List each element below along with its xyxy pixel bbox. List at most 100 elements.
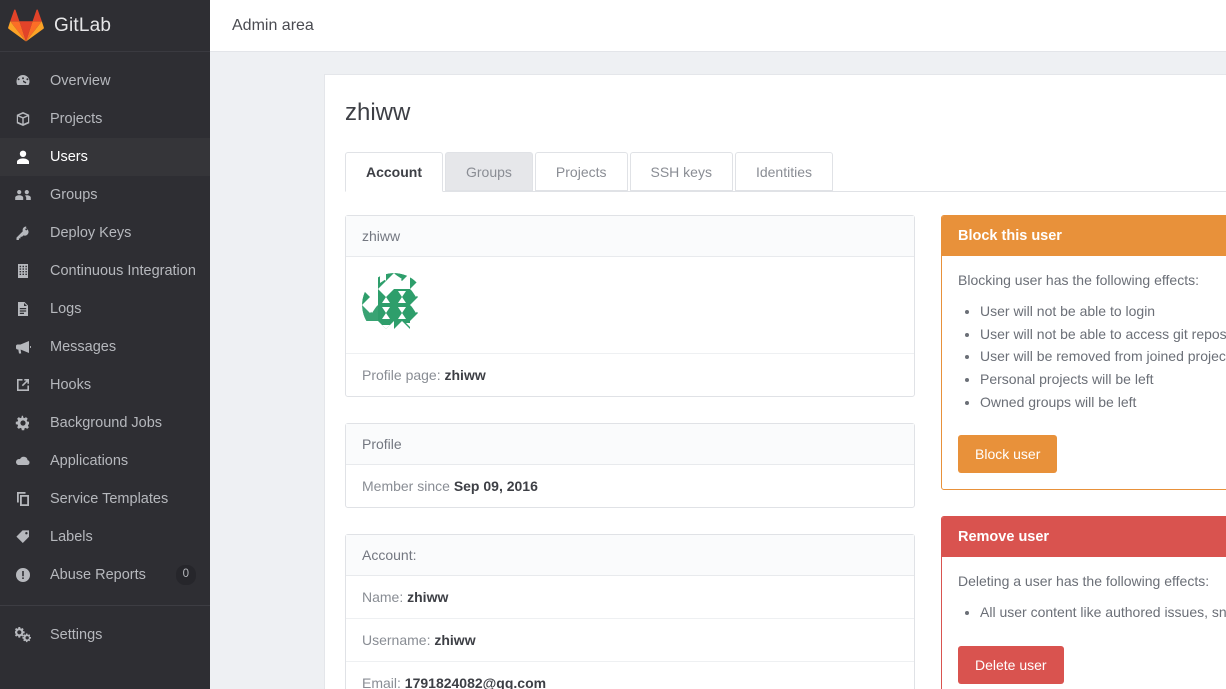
list-item: User will not be able to login (980, 300, 1226, 323)
sidebar-item-applications[interactable]: Applications (0, 442, 210, 480)
account-email-value[interactable]: 1791824082@qq.com (405, 675, 546, 689)
account-username-row: Username: zhiww (346, 619, 914, 662)
block-user-panel-body: Blocking user has the following effects:… (942, 256, 1226, 489)
tab-label: Account (366, 164, 422, 180)
account-column: zhiww Profile page: zhiww Profile Member… (345, 215, 915, 689)
sidebar-item-messages[interactable]: Messages (0, 328, 210, 366)
delete-user-button[interactable]: Delete user (958, 646, 1064, 685)
remove-user-panel-body: Deleting a user has the following effect… (942, 557, 1226, 689)
sidebar-item-label: Deploy Keys (50, 225, 132, 241)
list-item: User will be removed from joined project… (980, 345, 1226, 368)
sidebar-item-deploy-keys[interactable]: Deploy Keys (0, 214, 210, 252)
remove-user-intro: Deleting a user has the following effect… (958, 573, 1210, 590)
profile-panel-header: Profile (346, 424, 914, 465)
cloud-icon (14, 452, 32, 470)
list-item: Personal projects will be left (980, 368, 1226, 391)
sidebar-item-label: Hooks (50, 377, 92, 393)
account-name-value: zhiww (407, 589, 449, 605)
tab-projects[interactable]: Projects (534, 152, 628, 191)
key-icon (14, 224, 32, 242)
tab-groups[interactable]: Groups (445, 152, 533, 191)
block-user-intro: Blocking user has the following effects: (958, 272, 1199, 288)
sidebar-item-groups[interactable]: Groups (0, 176, 210, 214)
page-body: zhiww Account Groups Projects SSH keys I… (210, 52, 1226, 689)
gears-icon (14, 626, 32, 644)
block-user-effects-list: User will not be able to login User will… (980, 300, 1226, 413)
gitlab-admin-app: GitLab Overview Projects Users Groups De… (0, 0, 1226, 689)
sidebar-item-label: Projects (50, 111, 103, 127)
tab-identities[interactable]: Identities (734, 152, 834, 191)
sidebar-item-overview[interactable]: Overview (0, 62, 210, 100)
abuse-reports-badge: 0 (175, 565, 196, 585)
ci-icon (14, 262, 32, 280)
tag-icon (14, 528, 32, 546)
cube-icon (14, 110, 32, 128)
sidebar-divider (0, 605, 210, 606)
profile-page-label: Profile page: (362, 367, 441, 383)
sidebar-item-label: Settings (50, 627, 103, 643)
copy-icon (14, 490, 32, 508)
account-username-value: zhiww (434, 632, 476, 648)
sidebar-item-label: Labels (50, 529, 93, 545)
sidebar-item-logs[interactable]: Logs (0, 290, 210, 328)
sidebar-item-label: Applications (50, 453, 129, 469)
sidebar-item-abuse-reports[interactable]: Abuse Reports 0 (0, 556, 210, 594)
sidebar-item-label: Messages (50, 339, 117, 355)
actions-column: Block this user Blocking user has the fo… (941, 215, 1226, 689)
account-name-label: Name: (362, 589, 404, 605)
file-text-icon (14, 300, 32, 318)
gitlab-tanuki-logo-icon (8, 8, 44, 44)
sidebar-item-continuous-integration[interactable]: Continuous Integration (0, 252, 210, 290)
user-icon (14, 148, 32, 166)
sidebar-item-labels[interactable]: Labels (0, 518, 210, 556)
sidebar-item-label: Abuse Reports (50, 567, 146, 583)
tab-label: SSH keys (650, 163, 712, 180)
sidebar-item-settings[interactable]: Settings (0, 616, 210, 654)
sidebar-item-label: Service Templates (50, 491, 169, 507)
user-avatar-row (346, 257, 914, 354)
member-since-row: Member since Sep 09, 2016 (346, 465, 914, 507)
profile-panel: Profile Member since Sep 09, 2016 (345, 423, 915, 508)
list-item: All user content like authored issues, s… (980, 601, 1226, 624)
user-tabs: Account Groups Projects SSH keys Identit (345, 152, 1226, 192)
remove-user-panel: Remove user Deleting a user has the foll… (941, 516, 1226, 689)
account-email-label: Email: (362, 675, 401, 689)
member-since-label: Member since (362, 478, 450, 494)
tab-ssh-keys[interactable]: SSH keys (629, 152, 733, 191)
sidebar-brand[interactable]: GitLab (0, 0, 210, 52)
identicon-avatar-icon (362, 273, 898, 337)
account-panel-header: Account: (346, 535, 914, 576)
exclamation-circle-icon (14, 566, 32, 584)
sidebar-item-label: Users (50, 149, 88, 165)
user-panel: zhiww Profile page: zhiww (345, 215, 915, 397)
sidebar-item-label: Logs (50, 301, 82, 317)
block-user-panel-header: Block this user (942, 216, 1226, 256)
block-user-button[interactable]: Block user (958, 435, 1058, 474)
sidebar-item-label: Overview (50, 73, 111, 89)
tab-account[interactable]: Account (345, 152, 443, 192)
user-panel-header: zhiww (346, 216, 914, 257)
sidebar-item-hooks[interactable]: Hooks (0, 366, 210, 404)
member-since-value: Sep 09, 2016 (453, 478, 538, 494)
sidebar-item-projects[interactable]: Projects (0, 100, 210, 138)
sidebar-item-label: Groups (50, 187, 98, 203)
sidebar-item-label: Background Jobs (50, 415, 163, 431)
topbar: Admin area (210, 0, 1226, 52)
tab-label: Groups (466, 163, 512, 180)
tab-label: Identities (755, 163, 813, 180)
sidebar: GitLab Overview Projects Users Groups De… (0, 0, 210, 689)
main-region: Admin area zhiww Account Groups Projects (210, 0, 1226, 689)
block-user-panel: Block this user Blocking user has the fo… (941, 215, 1226, 491)
remove-user-panel-header: Remove user (942, 517, 1226, 558)
profile-page-link[interactable]: zhiww (445, 367, 486, 383)
sidebar-brand-label: GitLab (54, 14, 112, 36)
sidebar-item-users[interactable]: Users (0, 138, 210, 176)
megaphone-icon (14, 338, 32, 356)
tab-label: Projects (555, 163, 607, 180)
sidebar-item-label: Continuous Integration (50, 263, 196, 279)
sidebar-item-background-jobs[interactable]: Background Jobs (0, 404, 210, 442)
account-panel: Account: Name: zhiww Username: zhiww Ema… (345, 534, 915, 689)
group-icon (14, 186, 32, 204)
sidebar-item-service-templates[interactable]: Service Templates (0, 480, 210, 518)
account-username-label: Username: (362, 632, 431, 648)
